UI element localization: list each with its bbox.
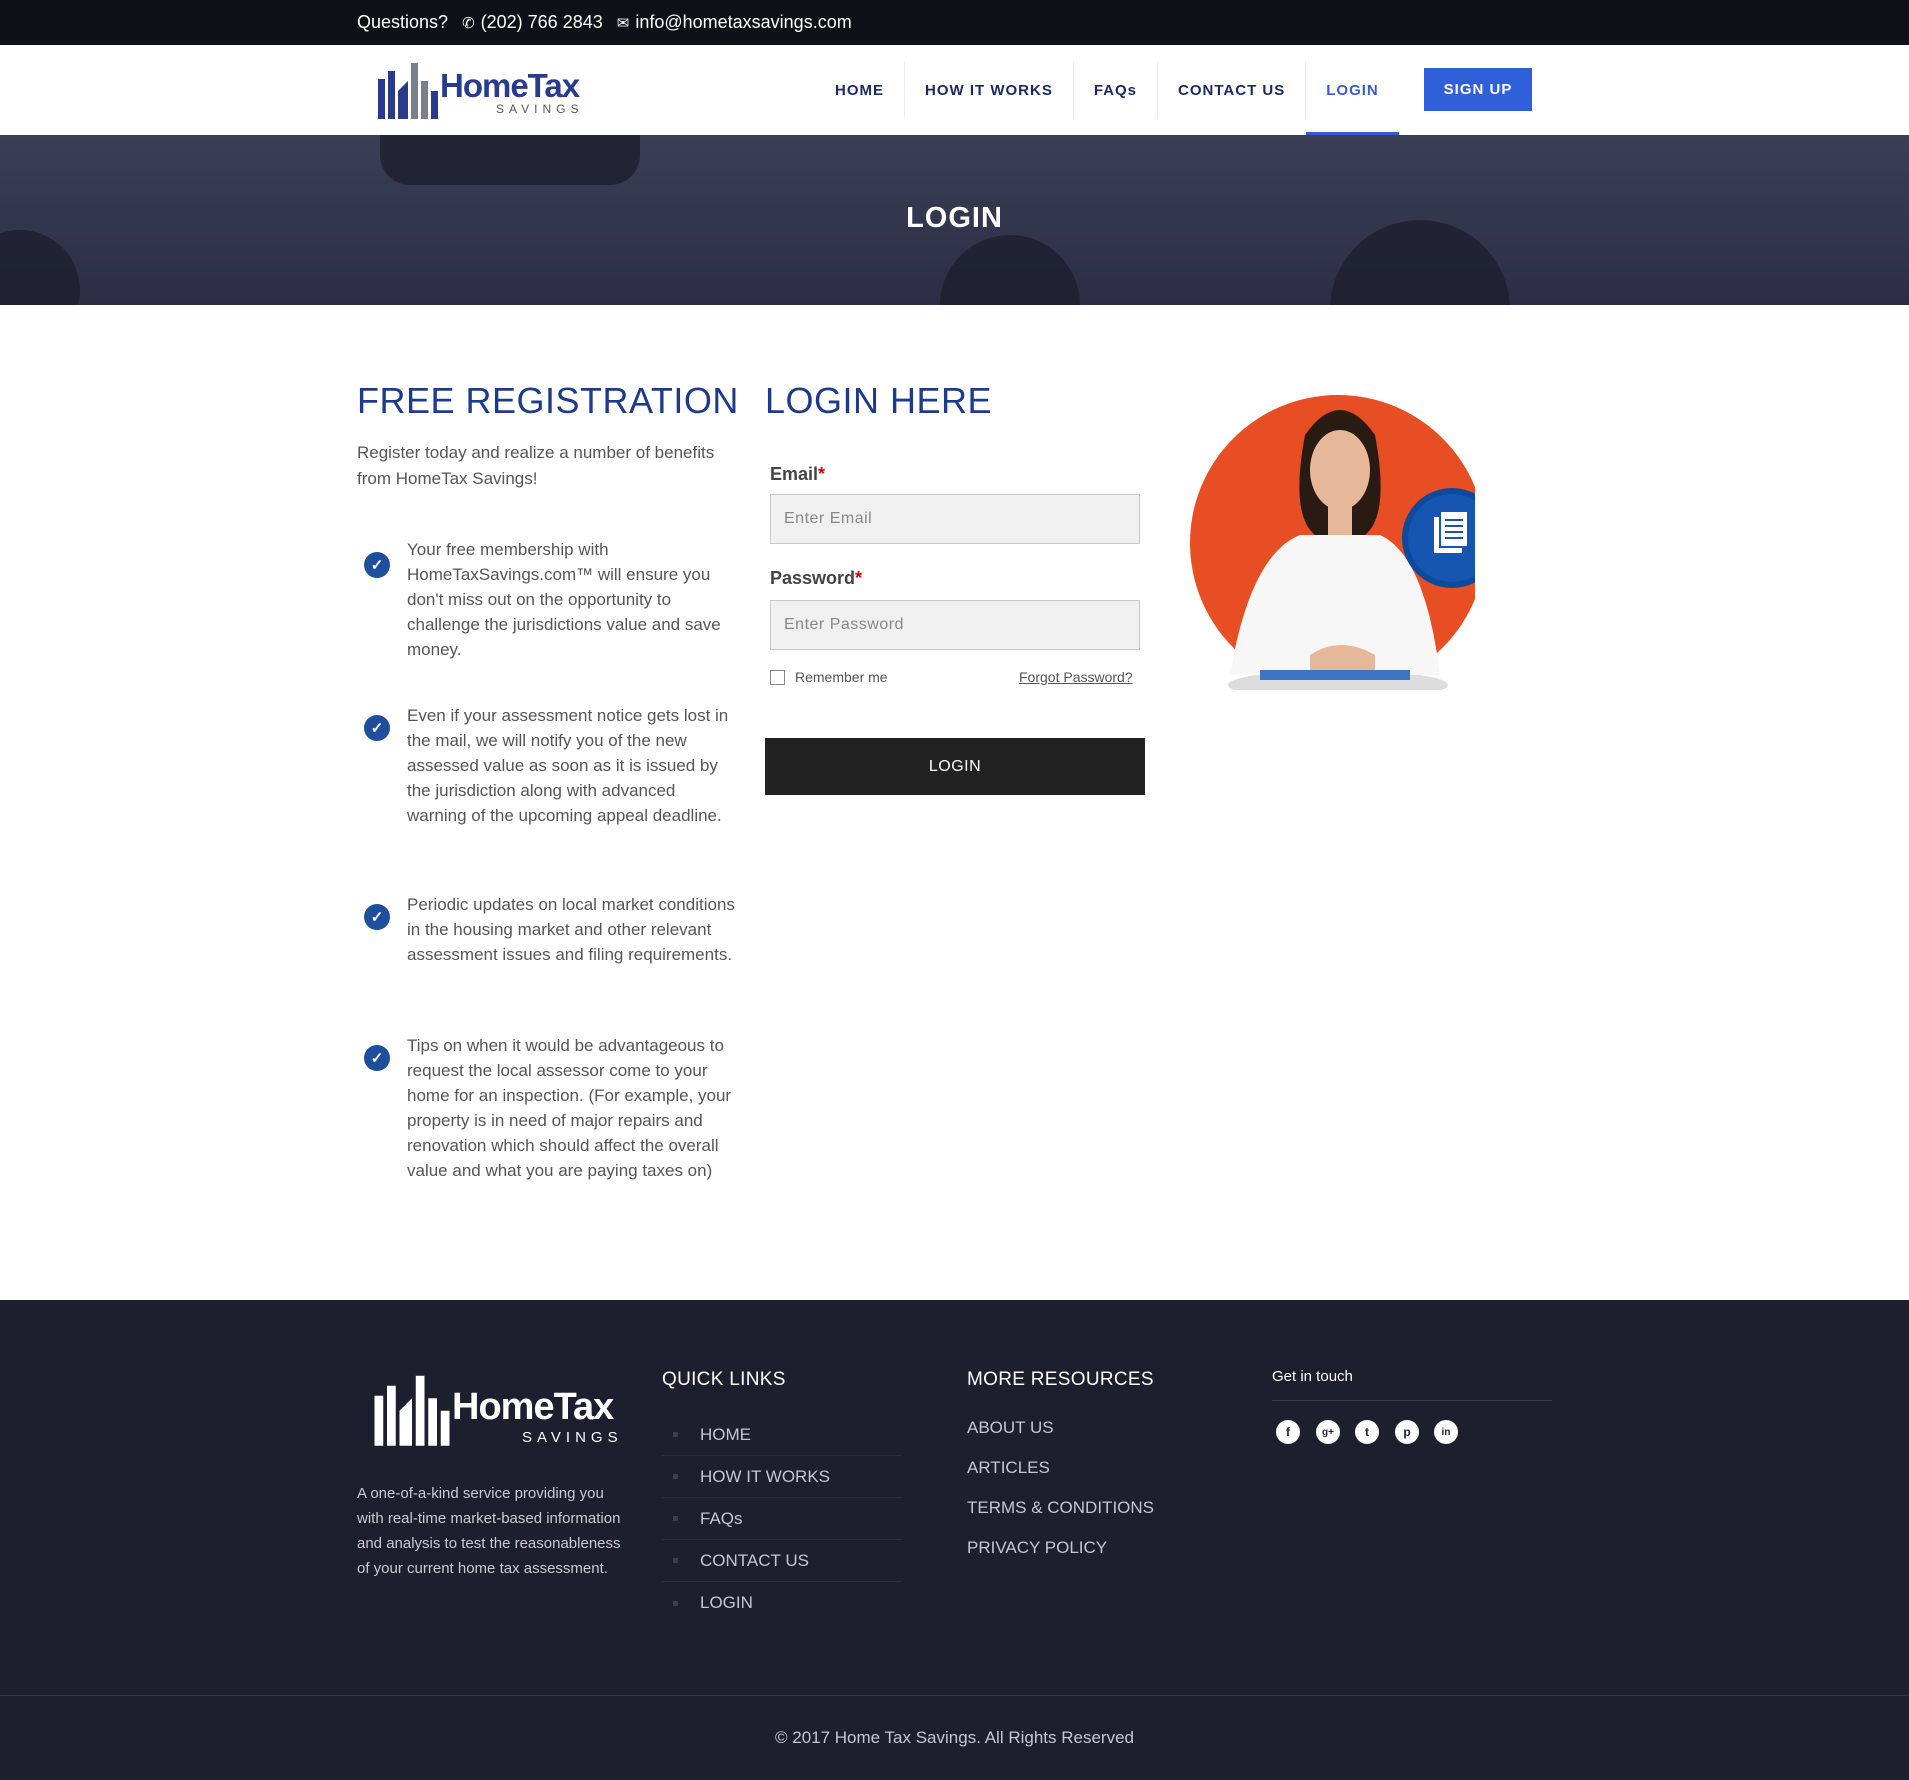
site-footer — [0, 1300, 1909, 1695]
footer-link-about-us[interactable]: ABOUT US — [967, 1408, 1154, 1448]
footer-link-how-it-works[interactable]: HOW IT WORKS — [662, 1456, 902, 1498]
footer-logo-wordmark: HomeTax — [452, 1386, 614, 1428]
footer-link-terms[interactable]: TERMS & CONDITIONS — [967, 1488, 1154, 1528]
remember-me[interactable]: Remember me — [770, 669, 888, 685]
benefit-text: Tips on when it would be advantageous to… — [407, 1036, 732, 1180]
nav-home[interactable]: HOME — [815, 61, 905, 119]
password-label: Password* — [770, 568, 862, 589]
questions-label: Questions? — [357, 12, 449, 32]
site-logo[interactable]: HomeTax SAVINGS — [376, 61, 586, 123]
nav-contact-us[interactable]: CONTACT US — [1158, 61, 1307, 119]
required-marker: * — [818, 464, 826, 484]
nav-login[interactable]: LOGIN — [1306, 61, 1399, 135]
email-label: Email* — [770, 464, 825, 485]
bullet-icon — [673, 1516, 678, 1521]
footer-link-home[interactable]: HOME — [662, 1414, 902, 1456]
email-link[interactable]: ✉ info@hometaxsavings.com — [617, 12, 852, 33]
top-bar: Questions? ✆ (202) 766 2843 ✉ info@hometax… — [0, 0, 1909, 45]
footer-logo-subtitle: SAVINGS — [522, 1429, 623, 1446]
logo-mark-icon — [378, 63, 438, 119]
bullet-icon — [673, 1600, 678, 1606]
footer-link-label: LOGIN — [700, 1593, 753, 1612]
banner-background-shape — [0, 230, 80, 305]
footer-link-label: HOW IT WORKS — [700, 1466, 831, 1486]
forgot-password-link[interactable]: Forgot Password? — [1019, 669, 1133, 685]
divider — [1272, 1400, 1552, 1401]
email-field[interactable] — [770, 494, 1140, 544]
site-header: HomeTax SAVINGS HOME HOW IT WORKS FAQs C… — [0, 45, 1909, 135]
benefit-text: Periodic updates on local market conditi… — [407, 895, 735, 964]
phone-link[interactable]: ✆ (202) 766 2843 — [462, 12, 603, 33]
remember-me-label: Remember me — [795, 669, 888, 685]
banner-background-shape — [940, 235, 1080, 305]
copyright-bar: © 2017 Home Tax Savings. All Rights Rese… — [0, 1695, 1909, 1780]
more-resources-heading: MORE RESOURCES — [967, 1369, 1154, 1390]
businesswoman-illustration — [1190, 395, 1475, 690]
main-nav: HOME HOW IT WORKS FAQs CONTACT US LOGIN — [815, 45, 1399, 135]
mail-icon: ✉ — [616, 15, 630, 32]
copyright-text: © 2017 Home Tax Savings. All Rights Rese… — [774, 1728, 1134, 1747]
benefit-text: Your free membership with HomeTaxSavings… — [407, 540, 721, 659]
footer-description: A one-of-a-kind service providing you wi… — [357, 1485, 621, 1577]
logo-subtitle: SAVINGS — [496, 102, 584, 116]
footer-link-articles[interactable]: ARTICLES — [967, 1448, 1154, 1488]
footer-link-faqs[interactable]: FAQs — [662, 1498, 902, 1540]
check-circle-icon: ✓ — [364, 904, 390, 930]
bullet-icon — [673, 1558, 678, 1563]
twitter-icon[interactable]: t — [1355, 1420, 1379, 1444]
email-address: info@hometaxsavings.com — [635, 12, 852, 32]
logo-wordmark: HomeTax — [440, 67, 580, 104]
footer-link-label: HOME — [700, 1424, 751, 1444]
nav-how-it-works[interactable]: HOW IT WORKS — [905, 61, 1074, 119]
login-button[interactable]: LOGIN — [765, 738, 1145, 795]
resources-list: ABOUT US ARTICLES TERMS & CONDITIONS PRI… — [967, 1408, 1154, 1568]
phone-number: (202) 766 2843 — [480, 12, 603, 32]
quick-links-list: HOME HOW IT WORKS FAQs CONTACT US LOGIN — [662, 1414, 902, 1624]
phone-icon: ✆ — [462, 15, 475, 32]
password-label-text: Password — [770, 568, 856, 588]
remember-me-checkbox[interactable] — [770, 669, 785, 685]
footer-logo-mark-icon — [374, 1375, 450, 1446]
pinterest-icon[interactable]: p — [1395, 1420, 1419, 1444]
bullet-icon — [673, 1474, 678, 1479]
quick-links-heading: QUICK LINKS — [662, 1369, 786, 1390]
password-field[interactable] — [770, 600, 1140, 650]
registration-heading: FREE REGISTRATION — [357, 380, 739, 421]
check-circle-icon: ✓ — [364, 552, 390, 578]
benefit-text: Even if your assessment notice gets lost… — [407, 706, 729, 825]
nav-faqs[interactable]: FAQs — [1074, 61, 1159, 119]
check-circle-icon: ✓ — [364, 715, 390, 741]
registration-intro: Register today and realize a number of b… — [357, 443, 715, 488]
facebook-icon[interactable]: f — [1276, 1420, 1300, 1444]
page-banner: LOGIN — [0, 135, 1909, 305]
get-in-touch-heading: Get in touch — [1272, 1368, 1353, 1385]
bullet-icon — [673, 1432, 678, 1437]
banner-background-shape — [380, 135, 640, 185]
linkedin-icon[interactable]: in — [1434, 1420, 1458, 1444]
footer-logo[interactable]: HomeTax SAVINGS — [372, 1372, 632, 1452]
required-marker: * — [855, 568, 863, 588]
email-label-text: Email — [770, 464, 819, 484]
footer-link-privacy[interactable]: PRIVACY POLICY — [967, 1528, 1154, 1568]
footer-link-label: FAQs — [700, 1508, 743, 1528]
google-plus-icon[interactable]: g+ — [1316, 1420, 1340, 1444]
footer-link-label: CONTACT US — [700, 1550, 809, 1570]
sign-up-button[interactable]: SIGN UP — [1424, 68, 1532, 111]
check-circle-icon: ✓ — [364, 1045, 390, 1071]
footer-link-contact-us[interactable]: CONTACT US — [662, 1540, 902, 1582]
login-heading: LOGIN HERE — [765, 380, 993, 421]
footer-link-login[interactable]: LOGIN — [662, 1582, 902, 1624]
page-title: LOGIN — [906, 202, 1003, 234]
